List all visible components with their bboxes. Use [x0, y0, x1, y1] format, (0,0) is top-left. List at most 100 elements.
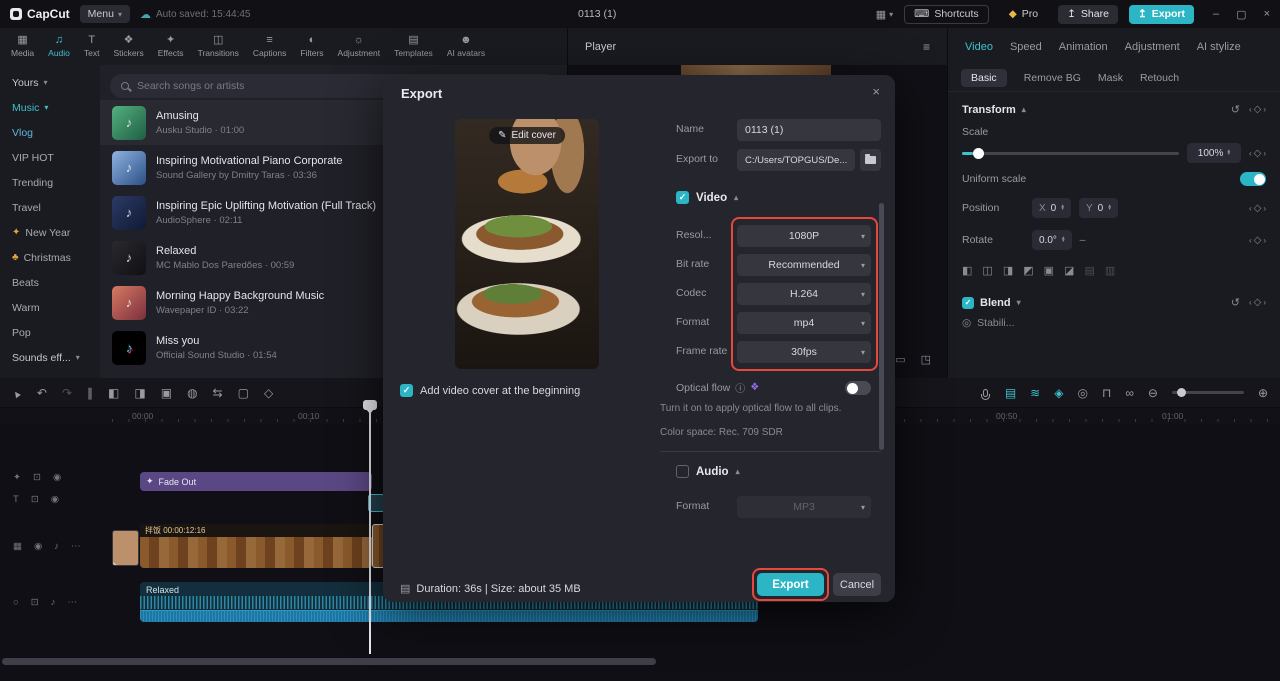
align-middle-icon[interactable]: ▣ — [1044, 264, 1054, 277]
zoom-in-icon[interactable]: ⊕ — [1258, 386, 1268, 400]
undo-icon[interactable]: ↶ — [37, 386, 47, 400]
keyframe-control[interactable]: ‹ ◇ › — [1249, 104, 1266, 115]
sidebar-item-trending[interactable]: Trending — [0, 170, 100, 195]
sidebar-item-christmas[interactable]: ♣ Christmas — [0, 245, 100, 270]
sidebar-item-warm[interactable]: Warm — [0, 295, 100, 320]
layout-switch-button[interactable]: ▦ ▾ — [876, 8, 893, 21]
align-left-icon[interactable]: ◧ — [962, 264, 972, 277]
tab-adjustment[interactable]: ☼ Adjustment — [331, 28, 388, 65]
add-cover-checkbox[interactable]: ✓ — [400, 384, 413, 397]
name-input[interactable]: 0113 (1) — [737, 119, 881, 141]
edit-cover-button[interactable]: ✎ Edit cover — [489, 127, 565, 144]
timeline-horizontal-scrollbar[interactable] — [2, 658, 656, 665]
mask-tool-icon[interactable]: ◍ — [187, 386, 197, 400]
export-confirm-button[interactable]: Export — [757, 573, 824, 596]
chevron-up-icon[interactable]: ▴ — [734, 193, 738, 202]
bitrate-dropdown[interactable]: Recommended ▾ — [737, 254, 871, 276]
align-right-icon[interactable]: ◨ — [1003, 264, 1013, 277]
mute-icon[interactable]: ♪ — [51, 597, 56, 608]
crop-icon[interactable]: ▢ — [238, 386, 249, 400]
more-icon[interactable]: ⋯ — [67, 597, 77, 608]
tab-stickers[interactable]: ❖ Stickers — [107, 28, 151, 65]
denoise-icon[interactable]: ◈ — [1054, 386, 1063, 400]
fullscreen-icon[interactable]: ◳ — [921, 353, 931, 366]
align-bottom-icon[interactable]: ◪ — [1064, 264, 1074, 277]
maximize-button[interactable]: ▢ — [1236, 8, 1246, 21]
share-button[interactable]: ↥ Share — [1058, 4, 1118, 24]
info-icon[interactable]: ⓘ — [735, 380, 745, 395]
format-dropdown[interactable]: mp4 ▾ — [737, 312, 871, 334]
scale-slider[interactable] — [962, 147, 1179, 159]
tab-ai-stylize[interactable]: AI stylize — [1197, 41, 1241, 53]
split-icon[interactable]: ∥ — [87, 386, 93, 400]
optical-flow-toggle[interactable] — [845, 381, 871, 395]
magnet-snap-icon[interactable]: ⊓ — [1102, 386, 1111, 400]
align-top-icon[interactable]: ◩ — [1023, 264, 1033, 277]
subtab-mask[interactable]: Mask — [1098, 72, 1123, 84]
fade-out-effect-clip[interactable]: ✦ Fade Out — [140, 472, 372, 491]
mirror-icon[interactable]: ⇆ — [213, 386, 223, 400]
tab-transitions[interactable]: ◫ Transitions — [191, 28, 246, 65]
scale-slider-knob[interactable] — [972, 147, 984, 159]
select-tool-icon[interactable]: ▲ — [10, 386, 24, 402]
scale-value-stepper[interactable]: 100% ▴ ▾ — [1186, 143, 1241, 163]
sidebar-item-pop[interactable]: Pop — [0, 320, 100, 345]
audio-section-checkbox[interactable] — [676, 465, 689, 478]
uniform-scale-toggle[interactable] — [1240, 172, 1266, 186]
close-window-button[interactable]: × — [1264, 8, 1270, 21]
tab-templates[interactable]: ▤ Templates — [387, 28, 440, 65]
close-icon[interactable]: × — [872, 84, 880, 99]
video-section-checkbox[interactable]: ✓ — [676, 191, 689, 204]
playhead-handle[interactable] — [363, 400, 377, 414]
player-menu-icon[interactable]: ≡ — [923, 40, 930, 54]
cover-clip-thumbnail[interactable] — [112, 530, 139, 566]
subtab-remove-bg[interactable]: Remove BG — [1024, 72, 1081, 84]
framerate-dropdown[interactable]: 30fps ▾ — [737, 341, 871, 363]
tab-filters[interactable]: ◐ Filters — [293, 28, 330, 65]
dialog-scrollbar[interactable] — [879, 203, 884, 450]
sidebar-item-new-year[interactable]: ✦ New Year — [0, 220, 100, 245]
audio-format-dropdown[interactable]: MP3 ▾ — [737, 496, 871, 518]
rotate-dial-icon[interactable]: – — [1080, 234, 1086, 246]
chevron-down-icon[interactable]: ▾ — [1017, 298, 1021, 307]
tab-speed[interactable]: Speed — [1010, 41, 1042, 53]
record-voiceover-icon[interactable] — [980, 388, 990, 400]
aspect-ratio-icon[interactable]: ▭ — [895, 353, 905, 366]
chevron-up-icon[interactable]: ▴ — [736, 467, 740, 476]
sidebar-section-music[interactable]: Music ▾ — [0, 95, 100, 120]
sidebar-item-beats[interactable]: Beats — [0, 270, 100, 295]
shortcuts-button[interactable]: ⌨ Shortcuts — [904, 4, 989, 24]
lock-icon[interactable]: ⊡ — [31, 494, 39, 505]
tab-video-props[interactable]: Video — [965, 41, 993, 53]
eye-icon[interactable]: ◉ — [34, 541, 42, 552]
tab-media[interactable]: ▦ Media — [4, 28, 41, 65]
eye-icon[interactable]: ◉ — [51, 494, 59, 505]
playhead-line[interactable] — [369, 402, 371, 654]
redo-icon[interactable]: ↷ — [62, 386, 72, 400]
video-clip[interactable]: 拌饭 00:00:12:16 — [140, 524, 372, 568]
titlebar-export-button[interactable]: ↥ Export — [1128, 4, 1195, 24]
minimize-button[interactable]: – — [1213, 8, 1219, 21]
position-keyframe-control[interactable]: ‹ ◇ › — [1249, 203, 1266, 214]
delete-left-icon[interactable]: ◧ — [108, 386, 119, 400]
delete-right-icon[interactable]: ◨ — [134, 386, 145, 400]
tab-effects[interactable]: ✦ Effects — [151, 28, 191, 65]
text-to-speech-icon[interactable]: ≋ — [1030, 386, 1040, 400]
tab-captions[interactable]: ≡ Captions — [246, 28, 294, 65]
cancel-button[interactable]: Cancel — [833, 573, 881, 596]
delete-icon[interactable]: ▣ — [161, 386, 172, 400]
zoom-out-icon[interactable]: ⊖ — [1148, 386, 1158, 400]
timeline-zoom-slider[interactable] — [1171, 387, 1244, 397]
codec-dropdown[interactable]: H.264 ▾ — [737, 283, 871, 305]
subtab-basic[interactable]: Basic — [961, 69, 1007, 87]
subtab-retouch[interactable]: Retouch — [1140, 72, 1179, 84]
distribute-h-icon[interactable]: ▤ — [1084, 264, 1094, 277]
link-clips-icon[interactable]: ∞ — [1125, 386, 1134, 400]
menu-button[interactable]: Menu ▾ — [79, 5, 130, 23]
camera-icon[interactable]: ◎ — [1077, 386, 1087, 400]
scale-keyframe-control[interactable]: ‹ ◇ › — [1249, 148, 1266, 159]
tab-text[interactable]: T Text — [77, 28, 107, 65]
align-center-h-icon[interactable]: ◫ — [982, 264, 992, 277]
lock-icon[interactable]: ⊡ — [33, 472, 41, 483]
autocue-icon[interactable]: ▤ — [1005, 386, 1016, 400]
